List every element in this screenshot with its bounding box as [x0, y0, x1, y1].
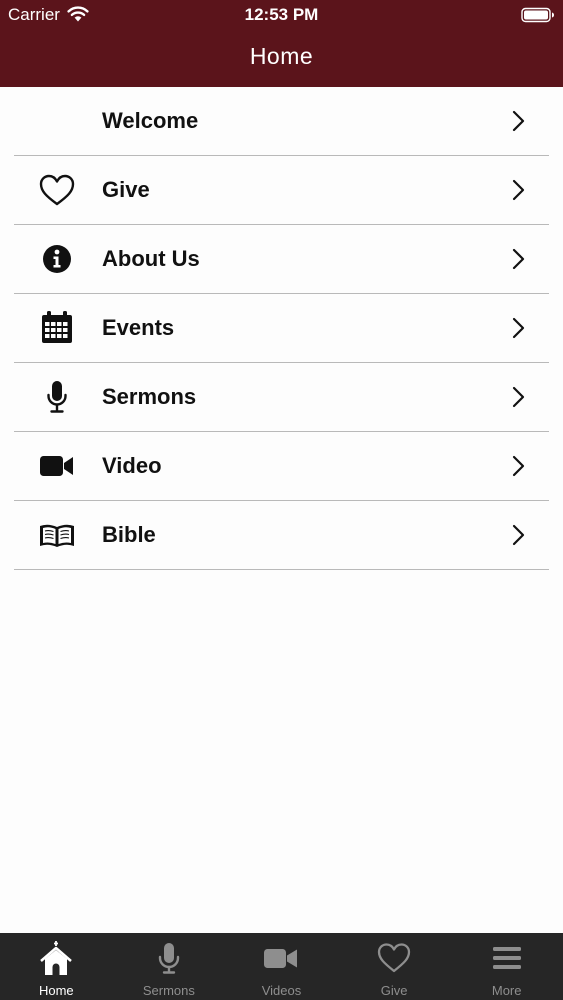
menu-item-label: Events: [102, 315, 175, 340]
tab-label: More: [491, 983, 522, 998]
menu-item-video[interactable]: Video: [14, 432, 549, 501]
microphone-icon: [47, 381, 67, 413]
battery-icon: [521, 7, 554, 23]
tab-label: Give: [380, 983, 408, 998]
tab-more[interactable]: More: [450, 933, 563, 1000]
menu-item-label: About Us: [102, 246, 200, 271]
tab-home[interactable]: Home: [0, 933, 113, 1000]
menu-item-sermons[interactable]: Sermons: [14, 363, 549, 432]
church-icon: [40, 941, 73, 975]
info-icon: [43, 245, 71, 273]
bible-icon: [40, 524, 74, 547]
menu-item-label: Give: [102, 177, 150, 202]
chevron-right-icon: [512, 317, 525, 339]
chevron-right-icon: [512, 179, 525, 201]
menu-item-label: Welcome: [102, 108, 199, 133]
app-header: Carrier 12:53 PM Home: [0, 0, 563, 87]
chevron-right-icon: [512, 524, 525, 546]
page-title: Home: [249, 43, 314, 69]
chevron-right-icon: [512, 110, 525, 132]
menu-item-welcome[interactable]: Welcome: [14, 87, 549, 156]
menu-item-give[interactable]: Give: [14, 156, 549, 225]
tab-label: Videos: [261, 983, 302, 998]
tab-give[interactable]: Give: [338, 933, 451, 1000]
tab-videos[interactable]: Videos: [225, 933, 338, 1000]
calendar-icon: [42, 311, 72, 343]
chevron-right-icon: [512, 455, 525, 477]
menu-item-about-us[interactable]: About Us: [14, 225, 549, 294]
chevron-right-icon: [512, 386, 525, 408]
status-bar: Carrier 12:53 PM: [0, 0, 563, 30]
menu-item-bible[interactable]: Bible: [14, 501, 549, 570]
menu-icon: [492, 947, 521, 969]
heart-icon: [39, 174, 75, 206]
video-camera-icon: [40, 456, 73, 476]
video-camera-icon: [264, 949, 298, 968]
menu-item-label: Video: [102, 453, 162, 478]
menu-item-events[interactable]: Events: [14, 294, 549, 363]
menu-item-label: Bible: [102, 522, 156, 547]
tab-bar: Home Sermons Videos Give More: [0, 933, 563, 1000]
heart-icon: [377, 943, 411, 973]
home-menu-list: Welcome Give About Us Events Sermons Vid…: [0, 87, 563, 570]
clock: 12:53 PM: [244, 5, 319, 24]
menu-item-label: Sermons: [102, 384, 197, 409]
tab-sermons[interactable]: Sermons: [113, 933, 226, 1000]
tab-label: Sermons: [142, 983, 195, 998]
chevron-right-icon: [512, 248, 525, 270]
tab-label: Home: [38, 983, 74, 998]
microphone-icon: [158, 943, 180, 974]
